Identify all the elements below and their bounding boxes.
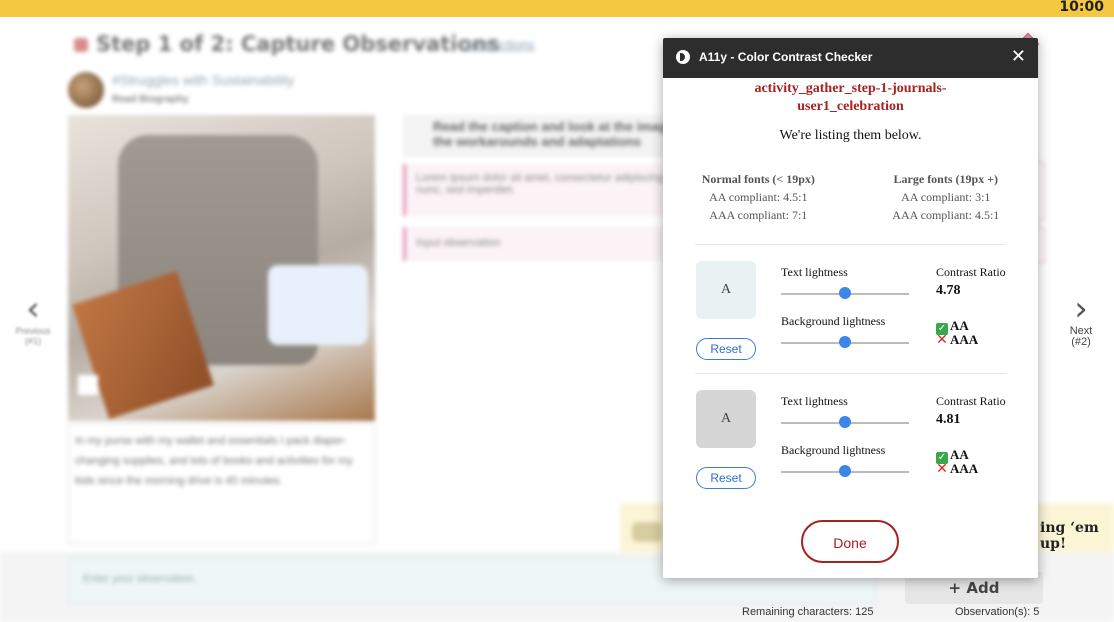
large-fonts-aaa: AAA compliant: 4.5:1 [892,208,1000,222]
reset-button[interactable]: Reset [696,338,756,360]
dialog-description: We're listing them below. [779,128,922,143]
large-fonts-column: Large fonts (19px +) AA compliant: 3:1 A… [892,170,999,224]
next-sub: (#2) [1071,336,1091,348]
large-fonts-header: Large fonts (19px +) [893,172,999,186]
plus-icon: + [948,579,967,597]
previous-sub: (#1) [24,336,41,346]
element-id-line1: activity_gather_step-1-journals- [754,81,947,96]
prompt-card: Read the caption and look at the image..… [403,115,703,157]
cross-icon: ✕ [936,461,948,477]
read-biography-link[interactable]: Read Biography [112,94,189,105]
post-title: #Struggles with Sustainability [112,72,295,88]
observation-card[interactable]: Input observation [403,227,703,261]
close-icon[interactable]: ✕ [1011,47,1026,67]
element-id: activity_gather_step-1-journals- user1_c… [663,80,1038,116]
cross-icon: ✕ [936,332,948,348]
background-lightness-label: Background lightness [781,443,886,457]
text-lightness-slider[interactable] [781,287,909,299]
previous-label: Previous [15,326,51,336]
text-lightness-label: Text lightness [781,394,848,408]
contrast-ratio-value: 4.81 [936,412,961,427]
text-lightness-slider[interactable] [781,416,909,428]
normal-fonts-header: Normal fonts (< 19px) [701,172,815,186]
dialog-body: activity_gather_step-1-journals- user1_c… [663,80,1038,563]
contrast-ratio-value: 4.78 [936,283,961,298]
chevron-left-icon: ‹ [26,289,40,329]
page-title: Step 1 of 2: Capture Observations [74,32,499,56]
dialog-title: A11y - Color Contrast Checker [699,50,873,64]
observation-count: Observation(s): 5 [955,606,1040,618]
next-button[interactable]: › Next (#2) [1058,292,1104,348]
aa-label: AA [950,447,969,462]
background-lightness-slider[interactable] [781,465,909,477]
banner-icon [632,522,662,542]
observation-card[interactable]: Lorem ipsum dolor sit amet, consectetur … [403,164,703,216]
done-button[interactable]: Done [801,520,899,563]
a11y-logo-icon [676,50,690,64]
contrast-checker-dialog: A11y - Color Contrast Checker ✕ activity… [663,38,1038,578]
page-title-text: Step 1 of 2: Capture Observations [96,32,500,56]
status-bar: 10:00 [0,0,1114,17]
banner-text: ing ‘em up! [1040,520,1099,552]
standards-table: Normal fonts (< 19px) AA compliant: 4.5:… [663,170,1038,224]
photo-caption: In my purse with my wallet and essential… [68,424,375,544]
step-icon [74,38,88,52]
contrast-row: A Reset Text lightness Background lightn… [663,374,1038,502]
slider-thumb[interactable] [839,336,851,348]
add-button-label: Add [966,579,1000,597]
aaa-label: AAA [950,461,979,476]
photo-badge [78,375,98,395]
aaa-result: ✕ AAA [936,332,979,348]
dialog-header: A11y - Color Contrast Checker ✕ [663,38,1038,78]
avatar [68,72,104,108]
instructions-link[interactable]: Instructions [468,37,534,52]
background-lightness-slider[interactable] [781,336,909,348]
slider-thumb[interactable] [839,287,851,299]
normal-fonts-aaa: AAA compliant: 7:1 [709,208,808,222]
reset-button[interactable]: Reset [696,467,756,489]
chevron-right-icon: › [1074,289,1088,329]
clock: 10:00 [1059,0,1104,15]
photo-diaper [268,265,368,345]
contrast-ratio-label: Contrast Ratio [936,265,1006,279]
large-fonts-aa: AA compliant: 3:1 [901,190,991,204]
aaa-result: ✕ AAA [936,461,979,477]
normal-fonts-column: Normal fonts (< 19px) AA compliant: 4.5:… [702,170,815,224]
contrast-ratio-label: Contrast Ratio [936,394,1006,408]
element-id-line2: user1_celebration [797,99,904,114]
aa-label: AA [950,318,969,333]
background-lightness-label: Background lightness [781,314,886,328]
slider-thumb[interactable] [839,416,851,428]
aaa-label: AAA [950,332,979,347]
previous-button[interactable]: ‹ Previous (#1) [10,292,56,346]
contrast-row: A Reset Text lightness Background lightn… [663,245,1038,373]
color-swatch: A [696,390,756,448]
remaining-characters: Remaining characters: 125 [742,606,874,618]
color-swatch: A [696,261,756,319]
text-lightness-label: Text lightness [781,265,848,279]
normal-fonts-aa: AA compliant: 4.5:1 [709,190,808,204]
slider-thumb[interactable] [839,465,851,477]
post-photo [68,115,375,421]
